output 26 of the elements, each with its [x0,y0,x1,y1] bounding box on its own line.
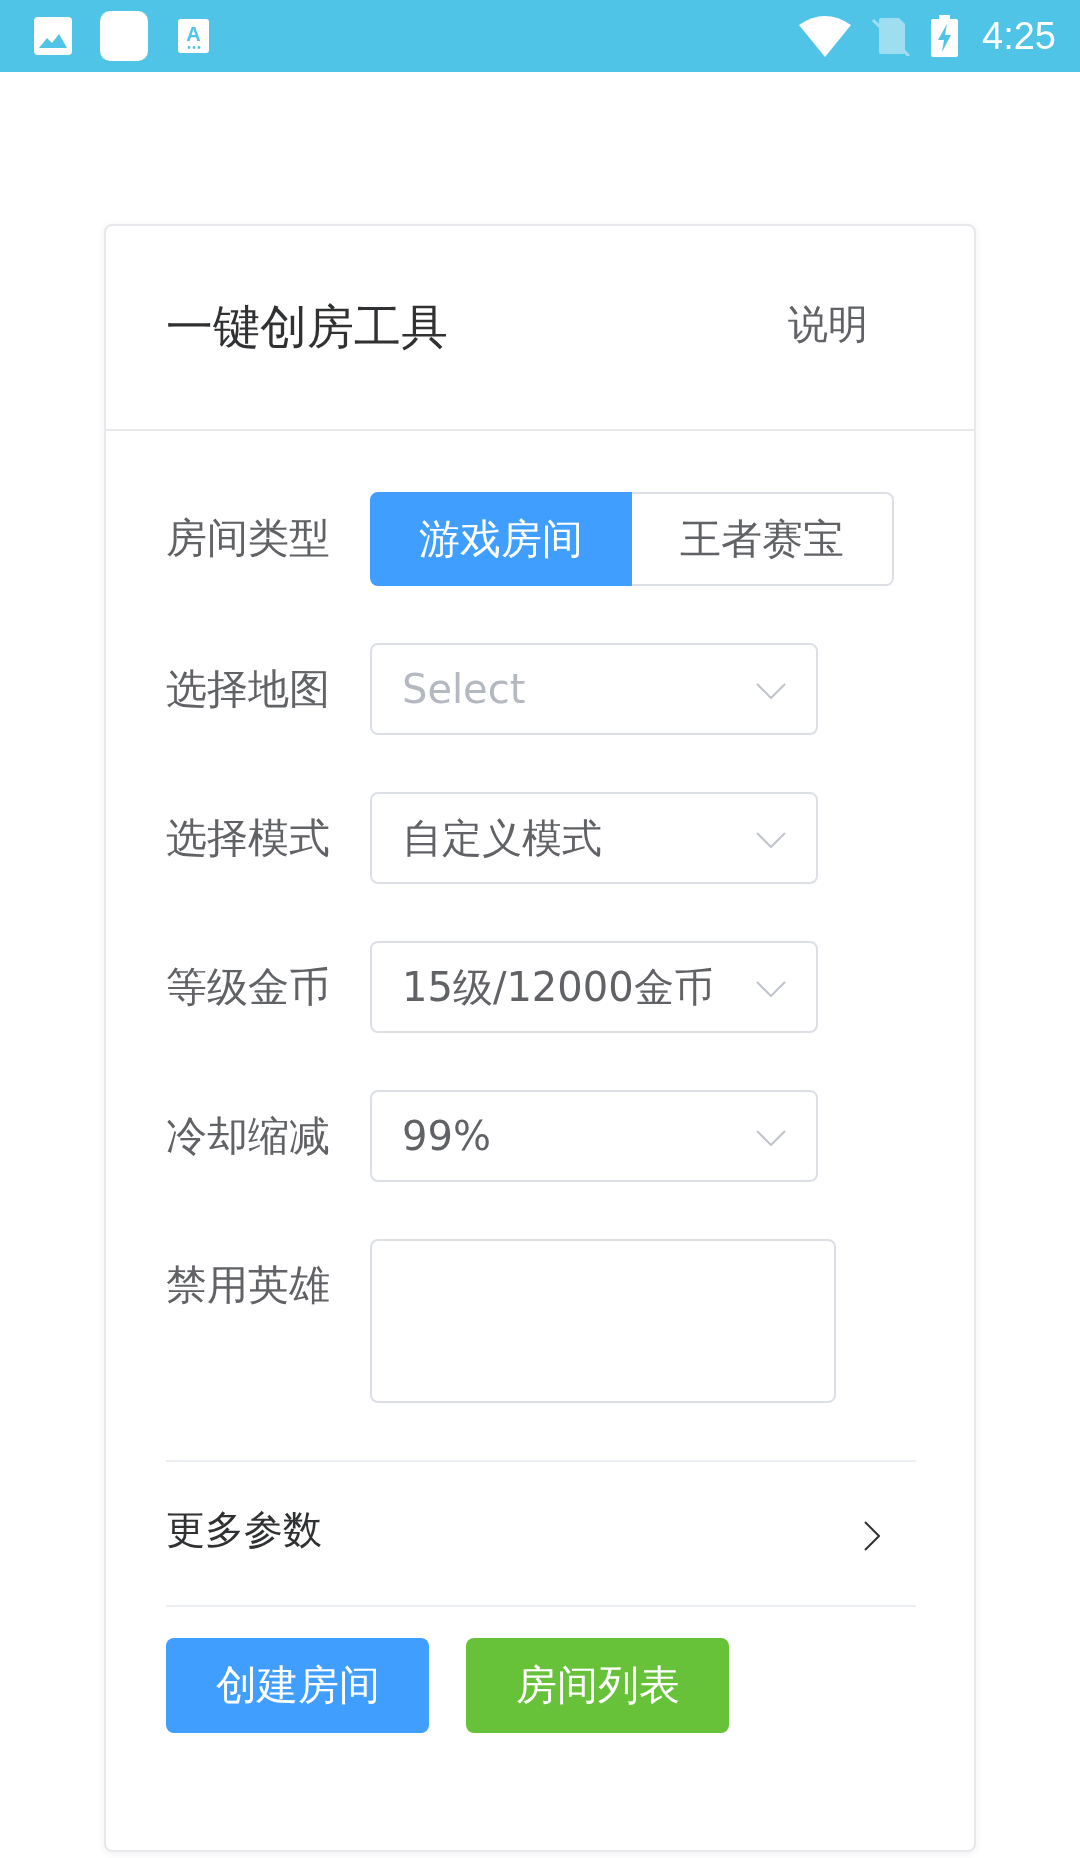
field-label: 选择地图 [166,664,331,715]
select-field[interactable]: 99% [370,1090,818,1182]
chevron-right-icon [864,1520,880,1551]
caret-down-icon [756,1130,786,1146]
caret-down-icon [756,981,786,997]
caret-down-icon [756,832,786,848]
clock-time: 4:25 [982,14,1056,58]
card-title: 一键创房工具 [166,298,448,356]
battery-charging-icon [931,15,959,57]
field-label: 房间类型 [166,513,331,564]
wifi-icon [799,15,852,57]
help-link[interactable]: 说明 [788,297,868,352]
field-label: 禁用英雄 [166,1260,331,1311]
letter-a-icon: A [178,19,209,53]
field-label: 等级金币 [166,962,331,1013]
square-icon [100,11,148,61]
room-type-tab[interactable]: 王者赛宝 [632,492,894,586]
field-label: 冷却缩减 [166,1111,331,1162]
no-sim-icon [871,16,912,56]
caret-down-icon [756,683,786,699]
banned-heroes-textarea[interactable] [370,1239,836,1403]
more-params-item[interactable]: 更多参数 [166,1462,916,1605]
select-field[interactable]: 自定义模式 [370,792,818,884]
image-icon [34,17,72,55]
field-label: 选择模式 [166,813,331,864]
select-field[interactable]: 15级/12000金币 [370,941,818,1033]
